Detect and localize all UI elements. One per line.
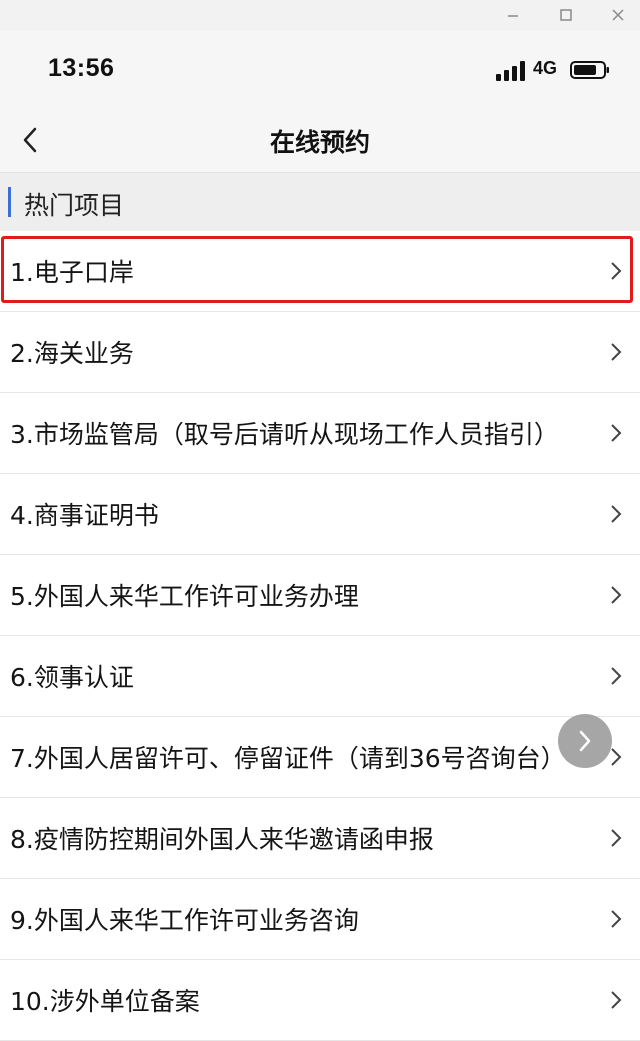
network-type: 4G (533, 58, 558, 78)
list-item[interactable]: 5.外国人来华工作许可业务办理 (0, 555, 640, 636)
list-item[interactable]: 2.海关业务 (0, 312, 640, 393)
chevron-right-icon (611, 829, 622, 847)
chevron-right-icon (611, 262, 622, 280)
chevron-right-icon (611, 343, 622, 361)
list-item[interactable]: 1.电子口岸 (0, 231, 640, 312)
chevron-right-icon (611, 667, 622, 685)
list-item-label: 3.市场监管局（取号后请听从现场工作人员指引） (10, 420, 559, 449)
chevron-right-icon (611, 586, 622, 604)
status-bar: 13:56 4G (0, 30, 640, 110)
close-icon[interactable] (598, 0, 638, 30)
list-item-label: 7.外国人居留许可、停留证件（请到36号咨询台） (10, 744, 566, 773)
list-item[interactable]: 10.涉外单位备案 (0, 960, 640, 1041)
section-accent-bar (8, 187, 11, 217)
chevron-right-icon (611, 991, 622, 1009)
chevron-right-icon (611, 505, 622, 523)
list-item[interactable]: 4.商事证明书 (0, 474, 640, 555)
status-time: 13:56 (48, 54, 115, 82)
list-item-label: 2.海关业务 (10, 339, 134, 368)
chevron-right-icon (611, 910, 622, 928)
list-item[interactable]: 7.外国人居留许可、停留证件（请到36号咨询台） (0, 717, 640, 798)
list-item-label: 6.领事认证 (10, 663, 134, 692)
list-item-label: 10.涉外单位备案 (10, 987, 200, 1016)
chevron-right-icon (579, 730, 591, 752)
list-item-label: 4.商事证明书 (10, 501, 159, 530)
chevron-right-icon (611, 424, 622, 442)
signal-bars-icon (496, 61, 525, 81)
section-title: 热门项目 (24, 191, 125, 220)
list-item[interactable]: 6.领事认证 (0, 636, 640, 717)
nav-bar: 在线预约 (0, 110, 640, 173)
list-item-label: 5.外国人来华工作许可业务办理 (10, 582, 359, 611)
battery-icon (570, 61, 609, 79)
list-item[interactable]: 9.外国人来华工作许可业务咨询 (0, 879, 640, 960)
list-item-label: 1.电子口岸 (10, 258, 134, 287)
minimize-icon[interactable] (493, 0, 533, 30)
list-item-label: 9.外国人来华工作许可业务咨询 (10, 906, 359, 935)
list-item[interactable]: 8.疫情防控期间外国人来华邀请函申报 (0, 798, 640, 879)
list-item-label: 8.疫情防控期间外国人来华邀请函申报 (10, 825, 434, 854)
list-item[interactable]: 3.市场监管局（取号后请听从现场工作人员指引） (0, 393, 640, 474)
chevron-right-icon (611, 748, 622, 766)
page-title: 在线预约 (269, 128, 370, 157)
maximize-icon[interactable] (546, 0, 586, 30)
appointment-list: 1.电子口岸 2.海关业务 3.市场监管局（取号后请听从现场工作人员指引） 4.… (0, 231, 640, 1041)
window-titlebar (0, 0, 640, 30)
floating-next-button[interactable] (558, 714, 612, 768)
section-header: 热门项目 (0, 173, 640, 231)
